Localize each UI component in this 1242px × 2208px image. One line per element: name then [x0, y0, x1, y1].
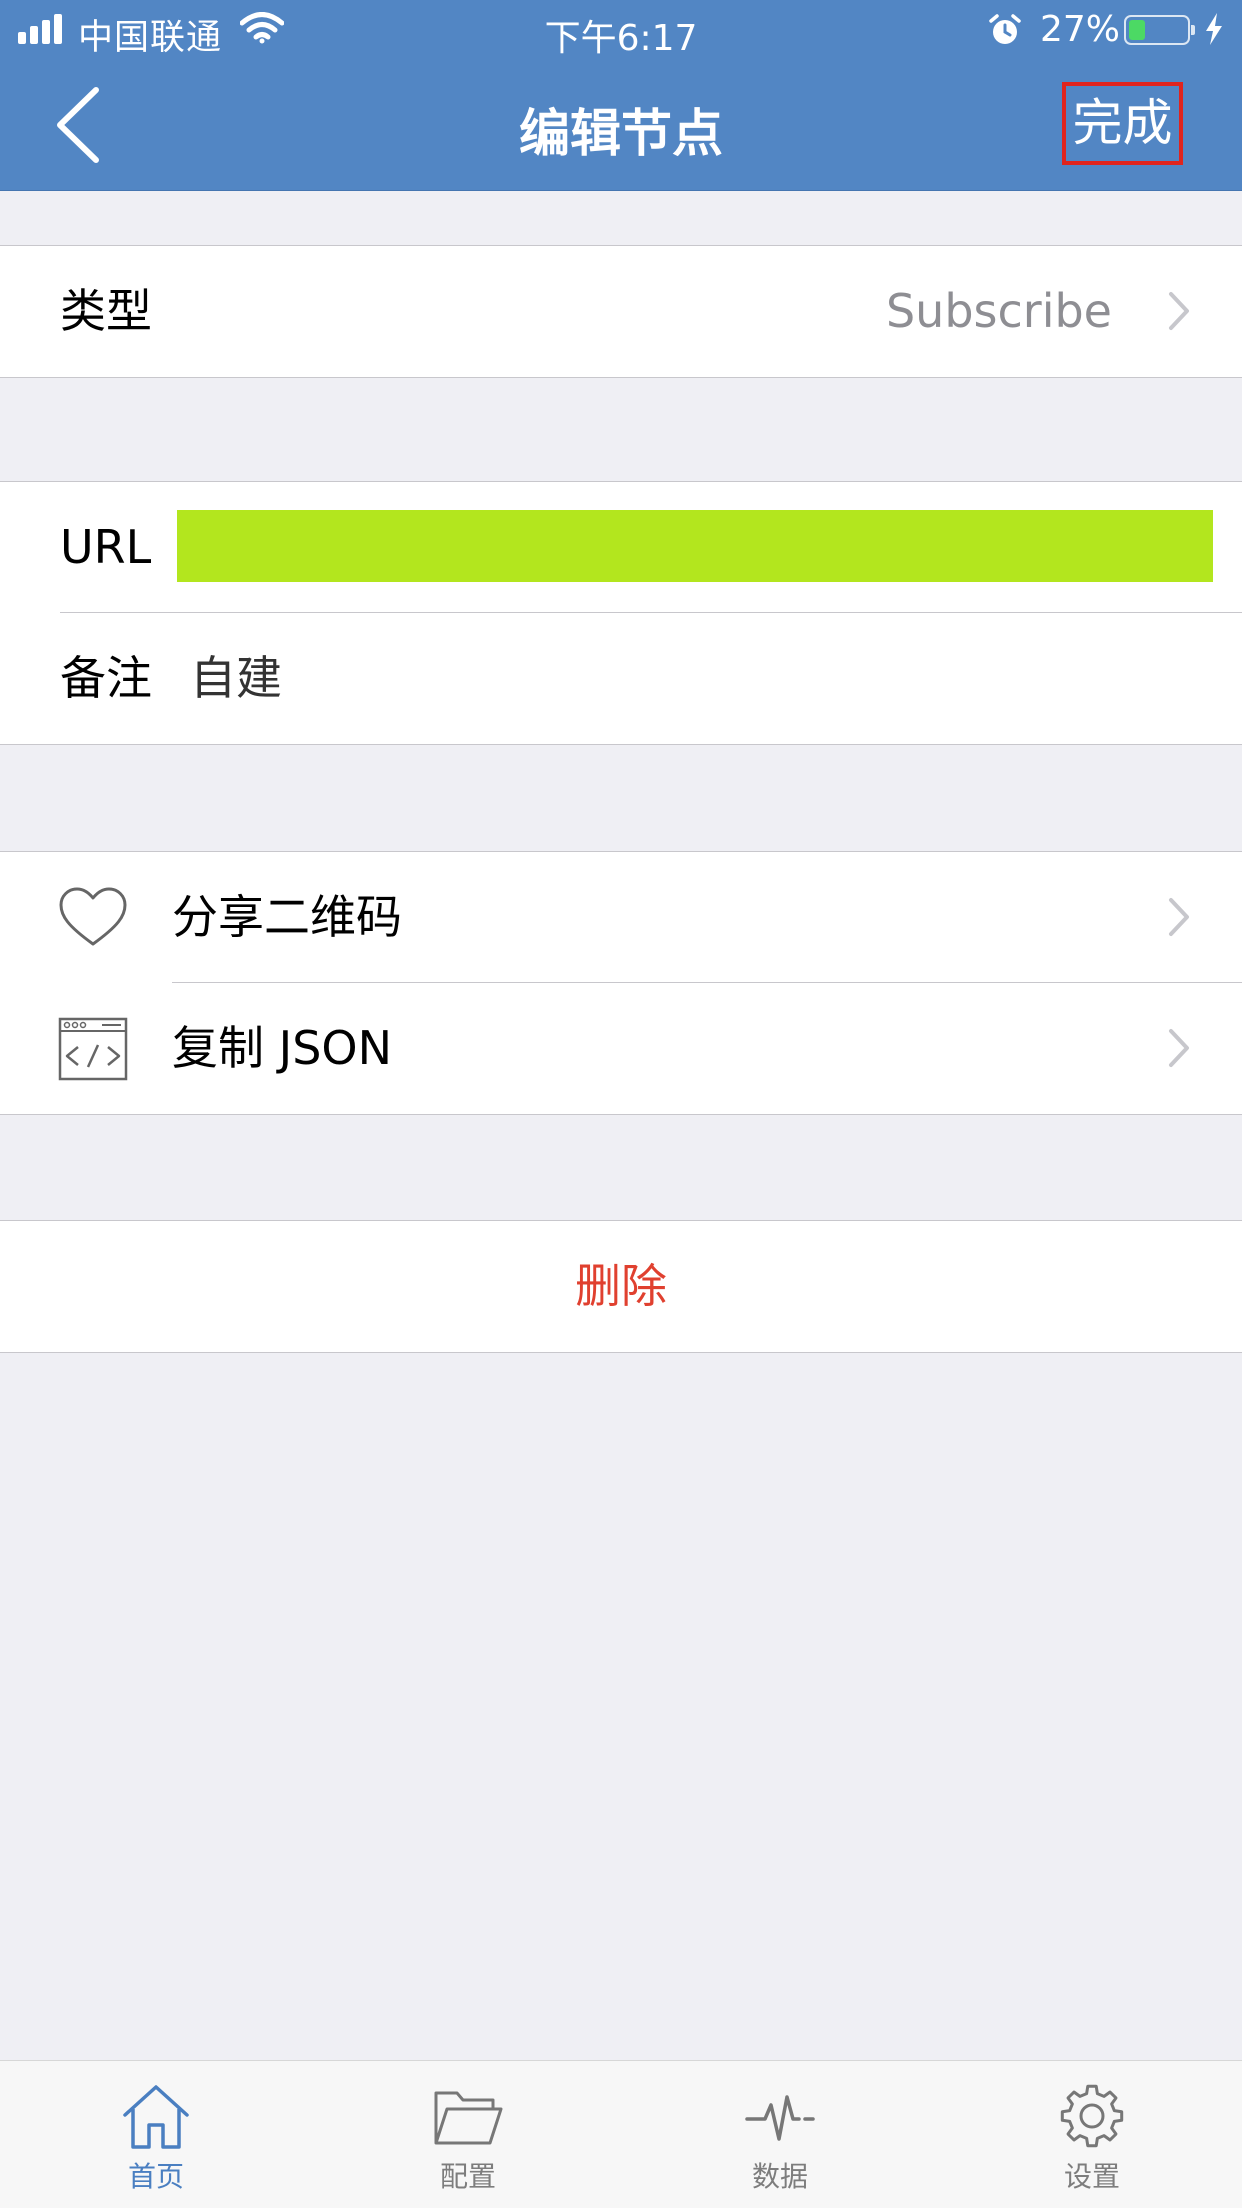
tab-config[interactable]: 配置 — [388, 2061, 548, 2208]
code-window-icon — [58, 1017, 128, 1081]
charging-bolt-icon — [1206, 13, 1222, 45]
alarm-icon — [989, 14, 1021, 44]
share-qrcode-label: 分享二维码 — [172, 890, 402, 944]
status-bar: 中国联通 下午6:17 27% — [0, 0, 1242, 60]
home-icon — [123, 2085, 189, 2149]
chevron-right-icon — [1169, 292, 1189, 330]
share-qrcode-row[interactable]: 分享二维码 — [0, 852, 1242, 983]
remark-field[interactable]: 自建 — [190, 613, 282, 744]
navigation-bar: 中国联通 下午6:17 27% 编辑节点 完成 — [0, 0, 1242, 191]
battery-icon — [1124, 15, 1195, 45]
back-button[interactable] — [52, 84, 102, 166]
done-button[interactable]: 完成 — [1062, 82, 1183, 165]
tab-config-label: 配置 — [439, 2160, 496, 2193]
url-label: URL — [60, 520, 152, 574]
battery-level — [1129, 20, 1145, 40]
url-field[interactable] — [177, 510, 1213, 582]
tab-home-label: 首页 — [127, 2160, 184, 2193]
remark-row: 备注 自建 — [0, 613, 1242, 744]
tab-settings[interactable]: 设置 — [1012, 2061, 1172, 2208]
type-value: Subscribe — [885, 284, 1112, 338]
pulse-icon — [745, 2095, 815, 2141]
tab-settings-label: 设置 — [1063, 2160, 1120, 2193]
chevron-right-icon — [1169, 898, 1189, 936]
type-label: 类型 — [60, 284, 152, 338]
type-section: 类型 Subscribe — [0, 245, 1242, 378]
node-info-section: URL 备注 自建 — [0, 481, 1242, 745]
copy-json-label: 复制 JSON — [172, 1021, 393, 1075]
tab-data[interactable]: 数据 — [700, 2061, 860, 2208]
tab-data-label: 数据 — [751, 2160, 808, 2193]
page-title: 编辑节点 — [518, 105, 723, 164]
delete-section: 删除 — [0, 1220, 1242, 1353]
remark-label: 备注 — [60, 651, 152, 705]
type-row[interactable]: 类型 Subscribe — [0, 246, 1242, 377]
delete-button[interactable]: 删除 — [0, 1221, 1242, 1352]
url-row: URL — [0, 482, 1242, 613]
gear-icon — [1060, 2084, 1124, 2148]
tab-home[interactable]: 首页 — [76, 2061, 236, 2208]
heart-icon — [59, 887, 127, 946]
battery-percent: 27% — [1040, 9, 1121, 50]
tab-bar: 首页 配置 数据 设置 — [0, 2060, 1242, 2208]
delete-row[interactable]: 删除 — [0, 1221, 1242, 1352]
chevron-right-icon — [1169, 1029, 1189, 1067]
copy-json-row[interactable]: 复制 JSON — [0, 983, 1242, 1114]
folder-icon — [434, 2091, 503, 2145]
actions-section: 分享二维码 复制 JSON — [0, 851, 1242, 1115]
